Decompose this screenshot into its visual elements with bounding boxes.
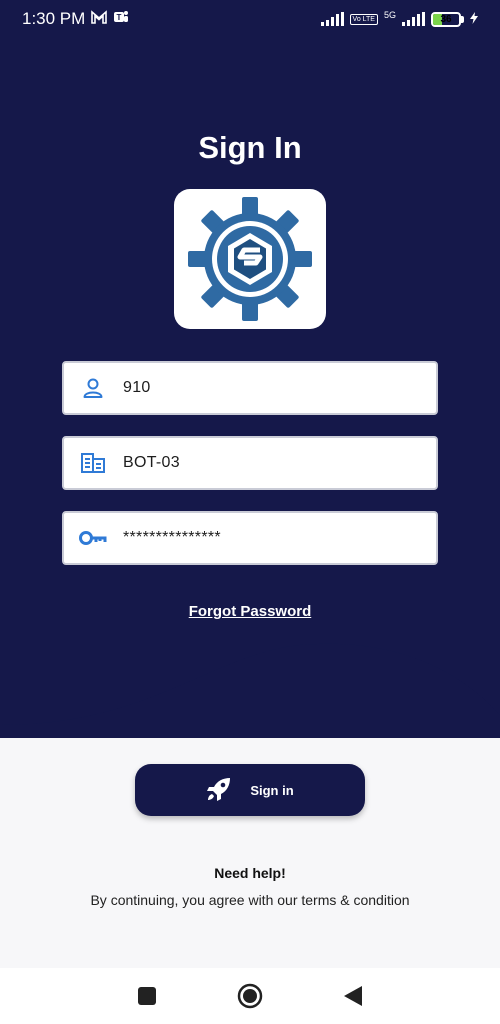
- building-icon: [79, 449, 107, 477]
- need-help-title[interactable]: Need help!: [0, 865, 500, 881]
- password-field[interactable]: ***************: [62, 511, 438, 565]
- company-field[interactable]: BOT-03: [62, 436, 438, 490]
- recents-square-icon[interactable]: [132, 981, 162, 1011]
- home-circle-icon[interactable]: [235, 981, 265, 1011]
- password-value: ***************: [123, 529, 221, 546]
- user-id-value: 910: [123, 379, 151, 396]
- svg-text:T: T: [117, 13, 122, 22]
- signal-strength-icon: [320, 12, 344, 26]
- gear-e-logo-icon: [188, 197, 312, 321]
- forgot-password-link[interactable]: Forgot Password: [0, 603, 500, 620]
- status-bar: 1:30 PM T Vo LTE 5G 36: [0, 0, 500, 38]
- page-title: Sign In: [198, 130, 302, 165]
- terms-text: By continuing, you agree with our terms …: [90, 892, 410, 908]
- battery-percent: 36: [440, 13, 452, 25]
- charging-icon: [470, 11, 478, 27]
- volte-icon: Vo LTE: [349, 13, 378, 25]
- battery-icon: 36: [431, 11, 464, 27]
- sign-in-button[interactable]: Sign in: [135, 764, 365, 816]
- back-triangle-icon[interactable]: [338, 981, 368, 1011]
- teams-icon: T: [113, 9, 129, 30]
- system-nav-bar: [0, 968, 500, 1024]
- status-time: 1:30 PM: [22, 9, 86, 28]
- sign-in-label: Sign in: [250, 782, 294, 798]
- company-value: BOT-03: [123, 454, 180, 471]
- app-logo: [174, 189, 326, 329]
- person-icon: [79, 374, 107, 402]
- gmail-icon: [91, 9, 108, 29]
- status-left: 1:30 PM T: [22, 9, 129, 30]
- rocket-icon: [206, 776, 232, 805]
- user-id-field[interactable]: 910: [62, 361, 438, 415]
- wave-divider: [0, 600, 500, 725]
- signal-strength-2-icon: [402, 12, 425, 26]
- status-right: Vo LTE 5G 36: [320, 10, 478, 27]
- network-label: 5G: [383, 10, 396, 20]
- key-icon: [79, 524, 107, 552]
